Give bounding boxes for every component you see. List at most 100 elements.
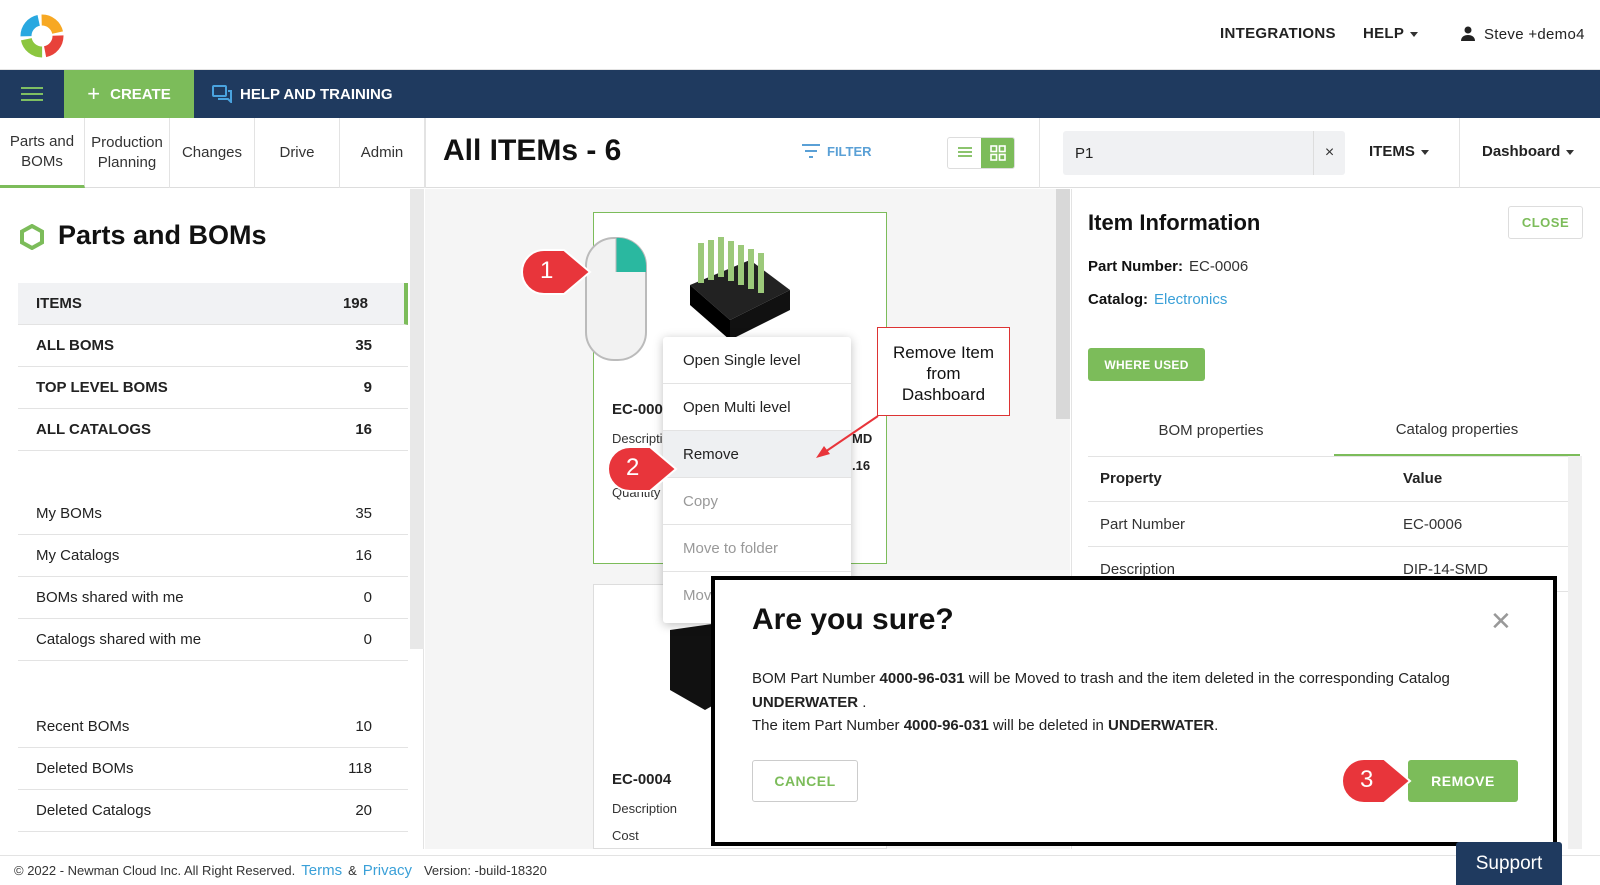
msg-text: BOM Part Number (752, 670, 880, 687)
create-button[interactable]: + CREATE (64, 70, 194, 118)
view-toggle (947, 137, 1015, 169)
help-and-training-button[interactable]: HELP AND TRAINING (212, 70, 393, 118)
divider (1459, 118, 1460, 188)
catalog-row: Catalog: Electronics (1088, 291, 1227, 308)
card-part-number: EC-0004 (612, 771, 672, 788)
dip-chip-image (690, 237, 790, 340)
user-menu[interactable]: Steve +demo4 (1460, 25, 1585, 43)
card-cost-label: Cost (612, 828, 639, 843)
help-training-label: HELP AND TRAINING (240, 85, 393, 103)
caret-down-icon (1410, 31, 1419, 37)
hamburger-menu-icon[interactable] (0, 70, 64, 118)
sidebar-item-label: Deleted BOMs (36, 760, 134, 777)
sidebar-item-count: 35 (355, 337, 372, 354)
sidebar-item-catalogs-shared[interactable]: Catalogs shared with me 0 (18, 619, 408, 661)
tab-label: Parts and (9, 132, 75, 150)
terms-link[interactable]: Terms (301, 862, 342, 879)
sidebar-item-count: 0 (363, 589, 372, 606)
msg-text: The item Part Number (752, 717, 904, 734)
msg-text: . (1214, 717, 1219, 734)
help-label: HELP (1363, 25, 1405, 42)
part-number-row: Part Number: EC-0006 (1088, 258, 1248, 275)
sidebar-item-count: 35 (355, 505, 372, 522)
sidebar-item-boms-shared[interactable]: BOMs shared with me 0 (18, 577, 408, 619)
items-dropdown[interactable]: ITEMS (1369, 143, 1429, 160)
tab-label: Planning (97, 154, 157, 171)
sidebar-item-deleted-catalogs[interactable]: Deleted Catalogs 20 (18, 790, 408, 832)
sidebar-item-label: TOP LEVEL BOMS (36, 379, 168, 396)
card-part-number: EC-000 (612, 401, 663, 418)
hexagon-icon (20, 224, 44, 250)
sidebar-scrollbar[interactable] (410, 189, 424, 649)
callout-line: Remove Item (892, 343, 995, 362)
support-button[interactable]: Support (1456, 842, 1562, 885)
top-header (0, 0, 1600, 70)
tab-label: BOMs (21, 152, 63, 170)
user-name: Steve +demo4 (1484, 26, 1585, 43)
part-number-value: EC-0006 (1189, 258, 1249, 275)
tab-label: Production (91, 134, 163, 151)
filter-button[interactable]: FILTER (801, 143, 872, 159)
menu-item-copy[interactable]: Copy (663, 478, 851, 525)
badge-arrow-icon (607, 446, 678, 492)
menu-item-open-single-level[interactable]: Open Single level (663, 337, 851, 384)
sidebar-item-deleted-boms[interactable]: Deleted BOMs 118 (18, 748, 408, 790)
col-property: Property (1100, 470, 1162, 487)
sidebar-item-my-catalogs[interactable]: My Catalogs 16 (18, 535, 408, 577)
sidebar-item-top-level-boms[interactable]: TOP LEVEL BOMS 9 (18, 367, 408, 409)
sidebar-item-count: 16 (355, 421, 372, 438)
tab-production-planning[interactable]: Production Planning (85, 118, 170, 188)
app-logo-icon[interactable] (18, 12, 66, 60)
tab-bom-properties[interactable]: BOM properties (1088, 404, 1334, 456)
integrations-link[interactable]: INTEGRATIONS (1220, 25, 1336, 42)
close-icon[interactable]: ✕ (1490, 606, 1512, 637)
sidebar-item-label: Recent BOMs (36, 718, 130, 735)
property-table-header: Property Value (1088, 456, 1568, 502)
badge-number: 1 (540, 257, 554, 284)
property-name: Part Number (1100, 516, 1186, 533)
sidebar-item-label: ALL CATALOGS (36, 421, 151, 438)
clear-search-icon[interactable]: × (1313, 131, 1345, 175)
property-value: EC-0006 (1403, 516, 1463, 533)
sidebar-item-my-boms[interactable]: My BOMs 35 (18, 493, 408, 535)
menu-item-move-to-folder[interactable]: Move to folder (663, 525, 851, 572)
version-text: Version: -build-18320 (423, 863, 547, 878)
callout-line: from (926, 364, 961, 383)
tab-drive[interactable]: Drive (255, 118, 340, 188)
sidebar-item-all-boms[interactable]: ALL BOMS 35 (18, 325, 408, 367)
catalog-link[interactable]: Electronics (1154, 291, 1227, 308)
sidebar-item-recent-boms[interactable]: Recent BOMs 10 (18, 706, 408, 748)
list-view-icon[interactable] (948, 138, 981, 168)
main-scrollbar[interactable] (1056, 189, 1070, 419)
filter-label: FILTER (827, 143, 872, 159)
step-badge-1: 1 (520, 248, 592, 296)
close-button[interactable]: CLOSE (1508, 206, 1583, 239)
privacy-link[interactable]: Privacy (363, 862, 412, 879)
remove-button[interactable]: REMOVE (1408, 760, 1518, 802)
sidebar-item-label: My BOMs (36, 505, 102, 522)
msg-part-number: 4000-96-031 (879, 670, 965, 687)
dialog-message: BOM Part Number 4000-96-031 will be Move… (752, 667, 1512, 738)
info-scrollbar[interactable] (1568, 456, 1582, 849)
badge-number: 2 (626, 454, 640, 481)
tab-catalog-properties[interactable]: Catalog properties (1334, 404, 1580, 456)
sidebar-item-all-catalogs[interactable]: ALL CATALOGS 16 (18, 409, 408, 451)
table-row: Part Number EC-0006 (1088, 502, 1568, 547)
grid-view-icon[interactable] (981, 138, 1014, 168)
callout-line: Dashboard (901, 385, 986, 404)
dashboard-dropdown-label: Dashboard (1482, 143, 1561, 160)
cancel-button[interactable]: CANCEL (752, 760, 858, 802)
sidebar-item-label: Deleted Catalogs (36, 802, 152, 819)
search-input[interactable] (1063, 131, 1313, 175)
tab-label: Admin (360, 144, 404, 161)
sidebar-item-items[interactable]: ITEMS 198 (18, 283, 408, 325)
sidebar-item-label: ALL BOMS (36, 337, 115, 354)
tab-admin[interactable]: Admin (340, 118, 425, 188)
where-used-button[interactable]: WHERE USED (1088, 348, 1205, 381)
msg-text: will be Moved to trash and the item dele… (964, 670, 1450, 687)
msg-catalog: UNDERWATER (1108, 717, 1215, 734)
help-menu[interactable]: HELP (1363, 25, 1419, 42)
tab-changes[interactable]: Changes (170, 118, 255, 188)
dashboard-dropdown[interactable]: Dashboard (1482, 143, 1575, 160)
tab-parts-and-boms[interactable]: Parts and BOMs (0, 118, 85, 188)
